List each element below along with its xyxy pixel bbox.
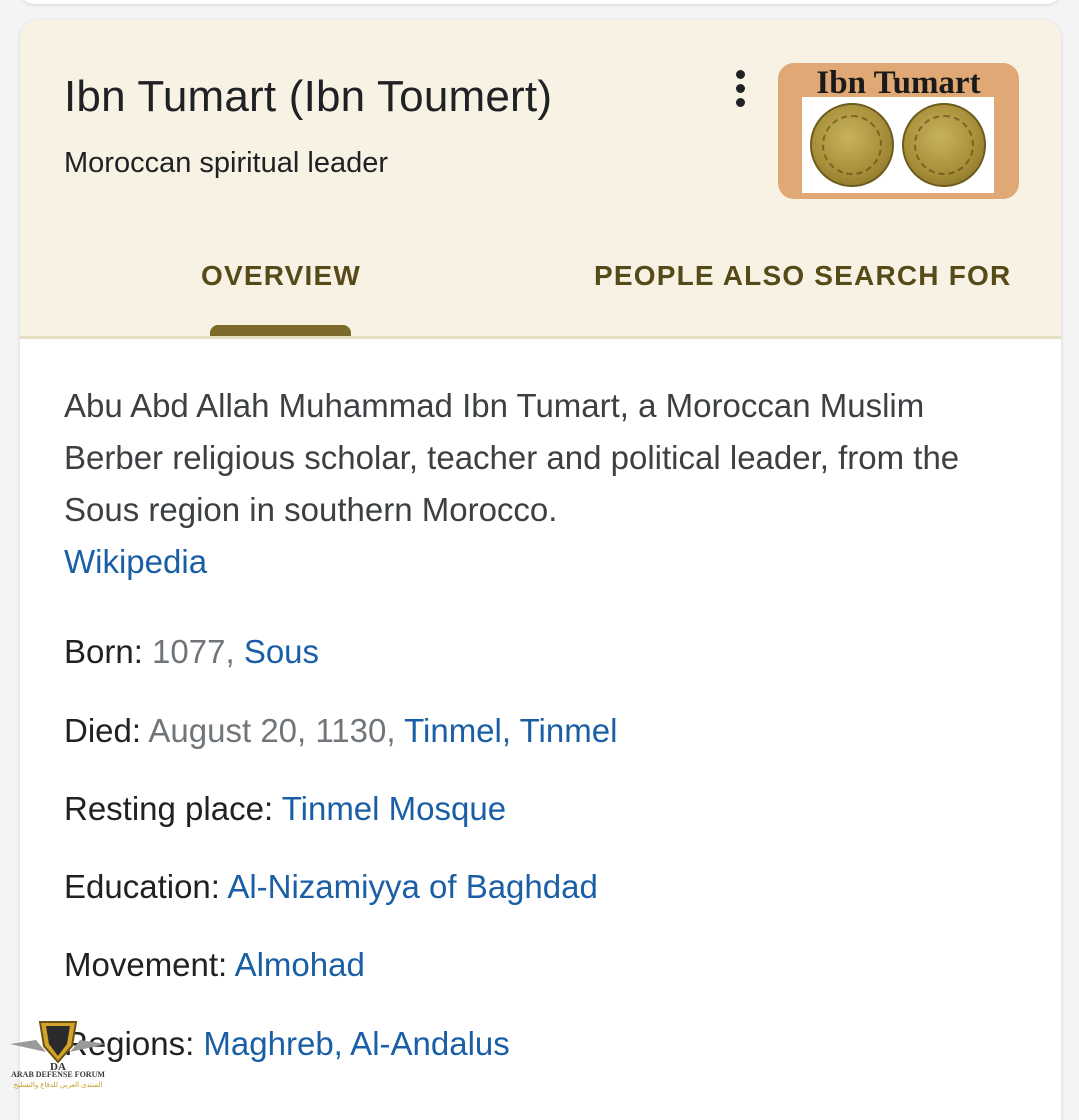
- fact-born: Born: 1077, Sous: [64, 633, 319, 671]
- fact-resting-place: Resting place: Tinmel Mosque: [64, 790, 506, 828]
- fact-link[interactable]: Almohad: [235, 946, 365, 983]
- coin-image-left: [810, 103, 894, 187]
- fact-value: 1077,: [152, 633, 235, 670]
- panel-header: Ibn Tumart (Ibn Toumert) Moroccan spirit…: [20, 20, 1061, 339]
- fact-died: Died: August 20, 1130, Tinmel, Tinmel: [64, 712, 617, 750]
- description: Abu Abd Allah Muhammad Ibn Tumart, a Mor…: [64, 380, 964, 588]
- thumbnail-image[interactable]: Ibn Tumart: [778, 63, 1019, 199]
- fact-label: Born:: [64, 633, 143, 670]
- fact-label: Died:: [64, 712, 142, 749]
- coin-image-right: [902, 103, 986, 187]
- fact-link[interactable]: Maghreb, Al-Andalus: [203, 1025, 509, 1062]
- fact-link[interactable]: Al-Nizamiyya of Baghdad: [227, 868, 598, 905]
- selected-tab-indicator: [210, 325, 351, 336]
- more-options-icon[interactable]: [720, 64, 760, 112]
- coin-image-panel: [802, 97, 994, 193]
- fact-link[interactable]: Tinmel Mosque: [282, 790, 506, 827]
- tab-overview[interactable]: OVERVIEW: [201, 260, 361, 292]
- previous-card-edge: [20, 0, 1061, 4]
- tab-people-also-search-for[interactable]: PEOPLE ALSO SEARCH FOR: [594, 260, 1011, 292]
- fact-education: Education: Al-Nizamiyya of Baghdad: [64, 868, 598, 906]
- fact-label: Education:: [64, 868, 220, 905]
- panel-title: Ibn Tumart (Ibn Toumert): [64, 72, 553, 121]
- fact-label: Movement:: [64, 946, 228, 983]
- fact-label: Resting place:: [64, 790, 274, 827]
- watermark-text: ARAB DEFENSE FORUM: [11, 1070, 105, 1079]
- watermark-subtext: المنتدى العربي للدفاع والتسليح: [13, 1082, 103, 1089]
- description-text: Abu Abd Allah Muhammad Ibn Tumart, a Mor…: [64, 387, 960, 528]
- fact-link[interactable]: Sous: [244, 633, 319, 670]
- fact-movement: Movement: Almohad: [64, 946, 365, 984]
- wikipedia-link[interactable]: Wikipedia: [64, 543, 207, 580]
- fact-value: August 20, 1130,: [148, 712, 396, 749]
- forum-watermark: DA ARAB DEFENSE FORUM المنتدى العربي للد…: [6, 1016, 110, 1096]
- forum-logo-icon: DA: [10, 1021, 106, 1073]
- fact-regions: Regions: Maghreb, Al-Andalus: [64, 1025, 510, 1063]
- panel-subtitle: Moroccan spiritual leader: [64, 147, 388, 179]
- fact-link[interactable]: Tinmel, Tinmel: [404, 712, 617, 749]
- knowledge-panel: Ibn Tumart (Ibn Toumert) Moroccan spirit…: [20, 20, 1061, 1120]
